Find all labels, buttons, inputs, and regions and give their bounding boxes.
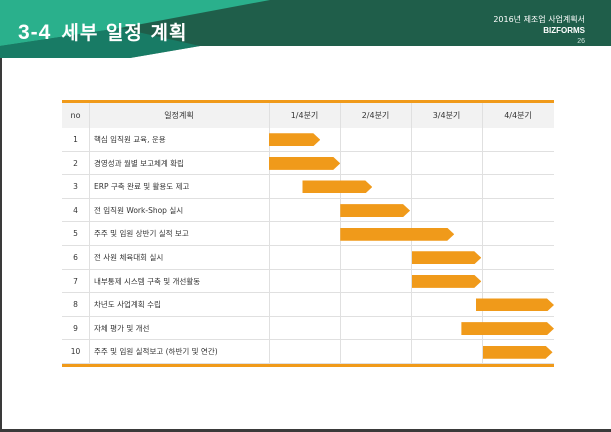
header-q3: 3/4분기	[432, 111, 461, 120]
header-no: no	[70, 111, 81, 120]
row-number: 5	[73, 229, 78, 239]
row-number: 7	[73, 276, 78, 286]
frame-left-edge	[0, 0, 2, 432]
row-number: 6	[73, 253, 78, 262]
document-title: 2016년 제조업 사업계획서	[493, 15, 585, 24]
row-number: 4	[73, 205, 78, 215]
schedule-bar	[302, 180, 372, 193]
task-label: 전 사원 체육대회 실시	[94, 253, 164, 262]
header-q1: 1/4분기	[290, 111, 319, 120]
row-number: 2	[73, 158, 78, 168]
row-number: 1	[73, 135, 78, 144]
schedule-bar	[476, 298, 554, 311]
header-task: 일정계획	[164, 111, 194, 120]
row-number: 3	[73, 182, 78, 192]
schedule-bar	[269, 157, 340, 170]
table-bottom-rule	[62, 364, 554, 367]
table-row: 3 ERP 구축 완료 및 활용도 제고	[62, 175, 554, 199]
section-number: 3-4	[18, 21, 52, 44]
schedule-bar	[412, 275, 482, 288]
header-q2: 2/4분기	[361, 111, 390, 120]
table-row: 1 핵심 임직원 교육, 운용	[62, 128, 554, 152]
table-row: 4 전 임직원 Work-Shop 실시	[62, 199, 554, 223]
row-number: 9	[73, 323, 78, 333]
row-number: 10	[70, 347, 81, 357]
task-label: 차년도 사업계획 수립	[94, 300, 161, 310]
schedule-bar	[483, 346, 553, 359]
schedule-bar	[412, 251, 482, 264]
header-q4: 4/4분기	[504, 111, 532, 120]
schedule-bar	[340, 228, 454, 241]
table-row: 10 주주 및 임원 실적보고 (하반기 및 연간)	[62, 340, 554, 364]
task-label: 주주 및 임원 실적보고 (하반기 및 연간)	[94, 347, 218, 357]
schedule-bar	[461, 322, 554, 335]
row-number: 8	[73, 300, 78, 310]
task-label: 경영성과 월별 보고체계 확립	[94, 158, 184, 168]
task-label: 자체 평가 및 개선	[94, 323, 150, 333]
task-label: 핵심 임직원 교육, 운용	[94, 135, 166, 144]
table-row: 5 주주 및 임원 상반기 실적 보고	[62, 222, 554, 246]
brand-name: BIZFORMS	[543, 26, 585, 35]
table-header-row: no 일정계획 1/4분기 2/4분기 3/4분기 4/4분기	[62, 103, 554, 128]
header-meta: 2016년 제조업 사업계획서 BIZFORMS 26	[493, 14, 585, 47]
table-row: 9 자체 평가 및 개선	[62, 317, 554, 341]
task-label: 주주 및 임원 상반기 실적 보고	[94, 229, 189, 239]
table-row: 7 내부통제 시스템 구축 및 개선활동	[62, 270, 554, 294]
task-label: 전 임직원 Work-Shop 실시	[94, 205, 184, 215]
page-number: 26	[577, 38, 585, 45]
task-label: 내부통제 시스템 구축 및 개선활동	[94, 276, 201, 286]
section-title: 세부 일정 계획	[61, 22, 188, 44]
schedule-bar	[340, 204, 410, 217]
table-row: 8 차년도 사업계획 수립	[62, 293, 554, 317]
slide-header: 3-4 세부 일정 계획 2016년 제조업 사업계획서 BIZFORMS 26	[0, 0, 611, 58]
task-label: ERP 구축 완료 및 활용도 제고	[94, 182, 190, 192]
table-row: 6 전 사원 체육대회 실시	[62, 246, 554, 270]
table-row: 2 경영성과 월별 보고체계 확립	[62, 152, 554, 176]
schedule-bar	[269, 133, 320, 146]
page-title: 3-4 세부 일정 계획	[18, 18, 187, 45]
